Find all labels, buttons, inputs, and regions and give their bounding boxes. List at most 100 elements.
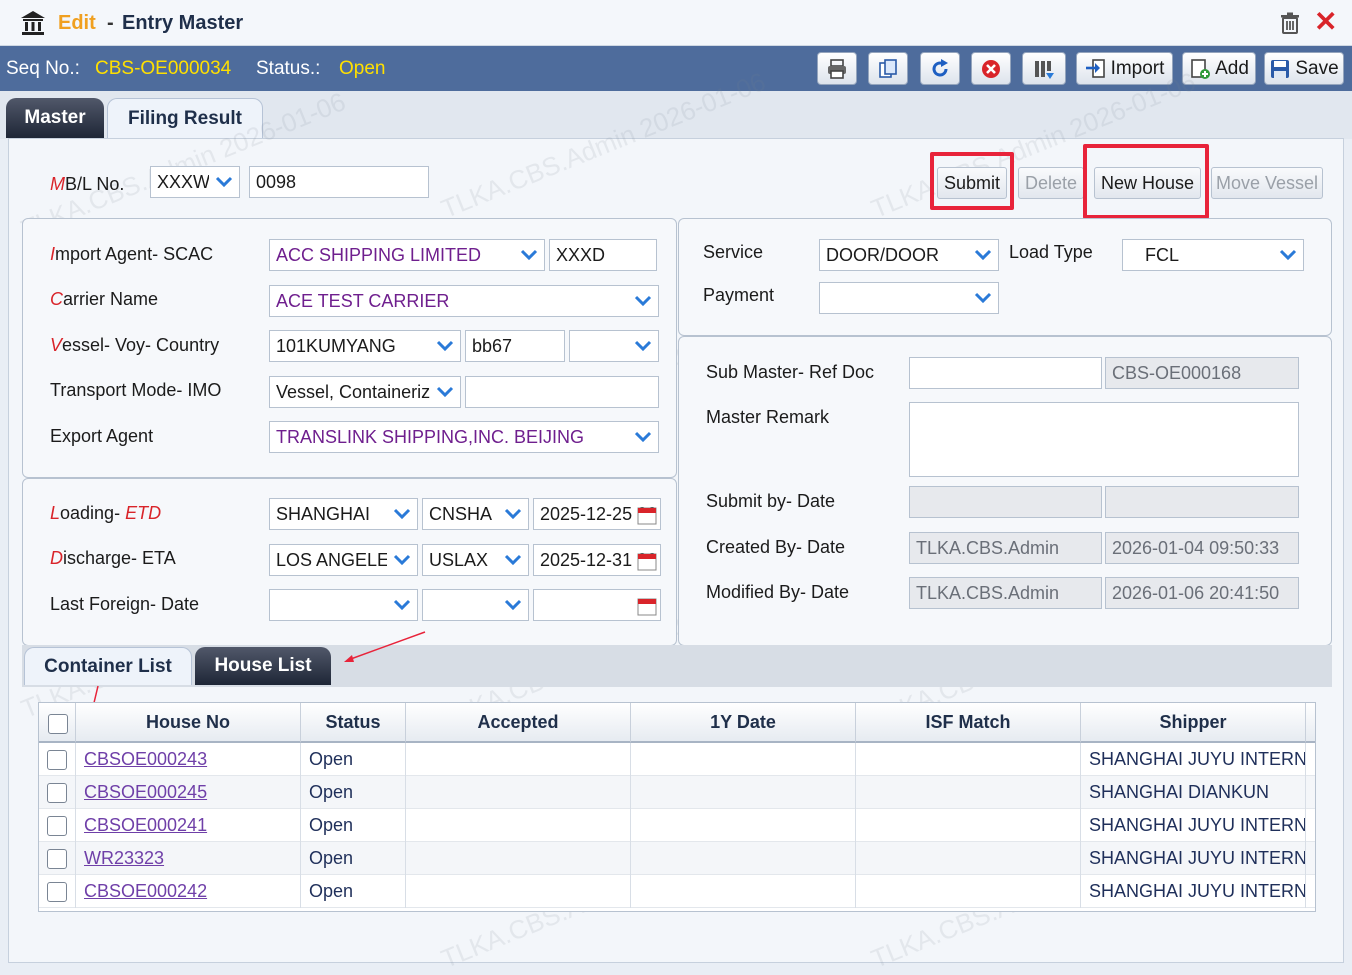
mbl-prefix-select[interactable]: XXXW: [150, 166, 240, 198]
status-value: Open: [339, 58, 386, 79]
import-agent-select[interactable]: ACC SHIPPING LIMITED: [269, 239, 545, 271]
window-title: Entry Master: [122, 12, 244, 34]
service-panel: [678, 218, 1332, 336]
tab-filing-result[interactable]: Filing Result: [107, 98, 263, 138]
load-type-select[interactable]: FCL: [1122, 239, 1304, 271]
last-foreign-port-select[interactable]: [269, 589, 418, 621]
service-select[interactable]: DOOR/DOOR: [819, 239, 999, 271]
payment-label: Payment: [703, 285, 775, 305]
submit-date-field: [1105, 486, 1299, 518]
house-no-link[interactable]: CBSOE000245: [84, 782, 207, 803]
voyage-input[interactable]: bb67: [465, 330, 565, 362]
house-no-link[interactable]: CBSOE000241: [84, 815, 207, 836]
edit-mode-label: Edit: [58, 12, 96, 34]
sub-master-input[interactable]: [909, 357, 1102, 389]
accepted-cell: [406, 809, 631, 842]
chevron-down-icon: [387, 545, 417, 575]
row-checkbox[interactable]: [47, 816, 67, 836]
chevron-down-icon: [628, 286, 658, 316]
last-foreign-date-input[interactable]: [533, 589, 661, 621]
import-button-label: Import: [1110, 57, 1165, 79]
scac-input[interactable]: XXXD: [549, 239, 657, 271]
copy-icon: [879, 58, 897, 78]
calendar-icon[interactable]: [637, 505, 657, 525]
house-list-table: House No Status Accepted 1Y Date ISF Mat…: [38, 702, 1316, 912]
tab-container-list[interactable]: Container List: [24, 647, 192, 685]
col-header-house-no[interactable]: House No: [76, 703, 301, 743]
chevron-down-icon: [209, 167, 239, 197]
carrier-name-select[interactable]: ACE TEST CARRIER: [269, 285, 659, 317]
house-no-cell: CBSOE000241: [76, 809, 301, 842]
status-cell: Open: [301, 842, 406, 875]
created-date-field: 2026-01-04 09:50:33: [1105, 532, 1299, 564]
import-agent-label: Import Agent- SCAC: [50, 244, 214, 264]
save-button[interactable]: Save: [1264, 52, 1344, 85]
table-row[interactable]: CBSOE000243 Open SHANGHAI JUYU INTERN: [39, 743, 1315, 776]
row-checkbox[interactable]: [47, 750, 67, 770]
house-no-link[interactable]: WR23323: [84, 848, 164, 869]
columns-icon: [1035, 60, 1054, 79]
print-button[interactable]: [817, 52, 857, 85]
copy-button[interactable]: [868, 52, 908, 85]
status-label: Status.:: [256, 58, 321, 79]
status-cell: Open: [301, 743, 406, 776]
chevron-down-icon: [387, 499, 417, 529]
col-header-accepted[interactable]: Accepted: [406, 703, 631, 743]
master-remark-textarea[interactable]: [909, 402, 1299, 477]
tab-master[interactable]: Master: [6, 98, 104, 138]
row-checkbox[interactable]: [47, 849, 67, 869]
row-checkbox[interactable]: [47, 783, 67, 803]
move-vessel-button[interactable]: Move Vessel: [1211, 167, 1323, 199]
modified-by-field: TLKA.CBS.Admin: [909, 577, 1102, 609]
calendar-icon[interactable]: [637, 551, 657, 571]
imo-input[interactable]: [465, 376, 659, 408]
import-button[interactable]: Import: [1076, 52, 1173, 85]
table-row[interactable]: CBSOE000241 Open SHANGHAI JUYU INTERN: [39, 809, 1315, 842]
house-no-link[interactable]: CBSOE000243: [84, 749, 207, 770]
calendar-icon[interactable]: [637, 596, 657, 616]
table-row[interactable]: CBSOE000245 Open SHANGHAI DIANKUN: [39, 776, 1315, 809]
eta-date-input[interactable]: 2025-12-31 00: [533, 544, 661, 576]
refresh-button[interactable]: [920, 52, 960, 85]
select-all-checkbox[interactable]: [48, 714, 68, 734]
transport-mode-select[interactable]: Vessel, Containerized: [269, 376, 461, 408]
col-header-1y-date[interactable]: 1Y Date: [631, 703, 856, 743]
cancel-button[interactable]: [971, 52, 1011, 85]
loading-port-select[interactable]: SHANGHAI: [269, 498, 418, 530]
export-agent-label: Export Agent: [50, 426, 154, 446]
discharge-port-select[interactable]: LOS ANGELES: [269, 544, 418, 576]
col-header-status[interactable]: Status: [301, 703, 406, 743]
house-no-link[interactable]: CBSOE000242: [84, 881, 207, 902]
mbl-number-input[interactable]: 0098: [249, 166, 429, 198]
close-icon[interactable]: ✕: [1314, 8, 1337, 36]
transport-mode-label: Transport Mode- IMO: [50, 380, 222, 400]
col-header-isf-match[interactable]: ISF Match: [856, 703, 1081, 743]
col-header-shipper[interactable]: Shipper: [1081, 703, 1306, 743]
payment-select[interactable]: [819, 282, 999, 314]
tab-house-list[interactable]: House List: [195, 647, 331, 685]
load-type-label: Load Type: [1009, 242, 1093, 262]
last-foreign-code-select[interactable]: [422, 589, 529, 621]
trash-icon[interactable]: [1278, 11, 1302, 35]
bank-icon: [21, 11, 45, 35]
export-agent-select[interactable]: TRANSLINK SHIPPING,INC. BEIJING: [269, 421, 659, 453]
row-checkbox[interactable]: [47, 882, 67, 902]
add-button[interactable]: Add: [1182, 52, 1256, 85]
delete-button[interactable]: Delete: [1018, 167, 1084, 199]
isf-match-cell: [856, 875, 1081, 908]
loading-code-select[interactable]: CNSHA: [422, 498, 529, 530]
vessel-select[interactable]: 101KUMYANG: [269, 330, 461, 362]
chevron-down-icon: [498, 590, 528, 620]
country-select[interactable]: [569, 330, 659, 362]
table-row[interactable]: WR23323 Open SHANGHAI JUYU INTERN: [39, 842, 1315, 875]
submit-by-field: [909, 486, 1102, 518]
columns-button[interactable]: [1022, 52, 1066, 85]
status-cell: Open: [301, 776, 406, 809]
discharge-code-select[interactable]: USLAX: [422, 544, 529, 576]
isf-match-cell: [856, 743, 1081, 776]
etd-date-input[interactable]: 2025-12-25 00: [533, 498, 661, 530]
modified-date-field: 2026-01-06 20:41:50: [1105, 577, 1299, 609]
created-by-label: Created By- Date: [706, 537, 846, 557]
accepted-cell: [406, 842, 631, 875]
table-row[interactable]: CBSOE000242 Open SHANGHAI JUYU INTERN: [39, 875, 1315, 908]
